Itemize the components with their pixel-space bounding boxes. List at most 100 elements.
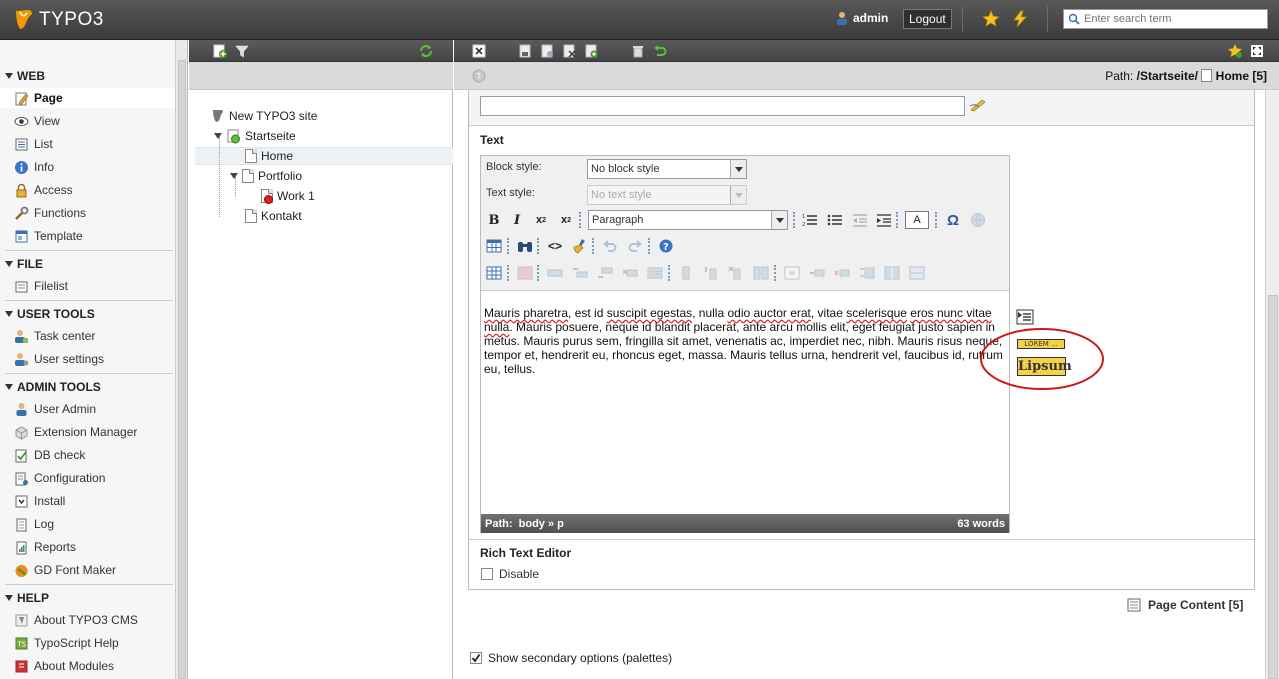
paragraph-format-select[interactable]: Paragraph [588, 210, 788, 230]
editor-content-area[interactable]: Mauris pharetra, est id suscipit egestas… [481, 290, 1009, 514]
cell-split-icon[interactable] [858, 264, 876, 282]
bookmark-star-icon[interactable] [982, 10, 1000, 28]
save-new-icon[interactable] [583, 43, 599, 59]
column-properties-icon[interactable] [677, 264, 695, 282]
module-group-file[interactable]: FILE [0, 255, 175, 273]
expand-toggle[interactable] [214, 133, 222, 139]
column-insert-before-icon[interactable] [702, 264, 720, 282]
fullscreen-icon[interactable] [1249, 43, 1265, 59]
subscript-button[interactable]: x2 [532, 211, 550, 229]
editor-help-icon[interactable]: ? [657, 237, 675, 255]
logout-button[interactable]: Logout [903, 9, 952, 29]
save-close-icon[interactable] [561, 43, 577, 59]
module-info[interactable]: Info [14, 157, 174, 177]
undo-icon[interactable] [652, 43, 668, 59]
module-install[interactable]: Install [14, 491, 174, 511]
module-list[interactable]: List [14, 134, 174, 154]
bold-button[interactable]: B [485, 211, 503, 229]
row-insert-below-icon[interactable] [596, 264, 614, 282]
search-input[interactable] [1084, 13, 1264, 25]
refresh-icon[interactable] [418, 43, 434, 59]
superscript-button[interactable]: x2 [557, 211, 575, 229]
tree-node-kontakt[interactable]: Kontakt [245, 207, 302, 225]
cell-properties-icon[interactable] [783, 264, 801, 282]
save-view-icon[interactable] [539, 43, 555, 59]
module-gd-font-maker[interactable]: GD Font Maker [14, 560, 174, 580]
row-split-icon[interactable] [646, 264, 664, 282]
secondary-options-row[interactable]: Show secondary options (palettes) [470, 651, 672, 665]
indent-icon[interactable] [875, 211, 893, 229]
delete-trash-icon[interactable] [630, 43, 646, 59]
cell-delete-icon[interactable] [833, 264, 851, 282]
text-color-button[interactable]: A [905, 211, 929, 229]
module-functions[interactable]: Functions [14, 203, 174, 223]
doc-scrollbar[interactable] [1265, 90, 1279, 679]
header-input[interactable] [480, 96, 965, 116]
module-extension-manager[interactable]: Extension Manager [14, 422, 174, 442]
module-filelist[interactable]: Filelist [14, 276, 174, 296]
table-toggle-borders-icon[interactable] [516, 264, 534, 282]
tree-node-work-1[interactable]: Work 1 [261, 187, 315, 205]
clear-cache-lightning-icon[interactable] [1011, 10, 1029, 28]
tree-root[interactable]: New TYPO3 site [211, 107, 317, 125]
help-icon[interactable]: ? [472, 69, 486, 83]
column-split-icon[interactable] [752, 264, 770, 282]
text-options-list-icon[interactable] [1016, 309, 1034, 325]
undo-arrow-icon[interactable] [601, 237, 619, 255]
row-insert-above-icon[interactable] [571, 264, 589, 282]
wizard-pencil-icon[interactable] [969, 98, 987, 112]
module-about-modules[interactable]: About Modules [14, 656, 174, 676]
module-group-user-tools[interactable]: USER TOOLS [0, 305, 175, 323]
status-element-path[interactable]: body » p [519, 518, 564, 530]
module-page[interactable]: Page [0, 88, 175, 108]
module-user-settings[interactable]: User settings [14, 349, 174, 369]
cell-insert-before-icon[interactable] [808, 264, 826, 282]
module-group-help[interactable]: HELP [0, 589, 175, 607]
block-style-select[interactable]: No block style [587, 159, 747, 179]
module-log[interactable]: Log [14, 514, 174, 534]
column-delete-icon[interactable] [727, 264, 745, 282]
module-group-web[interactable]: WEB [0, 67, 175, 85]
html-source-icon[interactable]: <> [546, 237, 564, 255]
user-menu[interactable]: admin [835, 11, 888, 25]
tree-node-startseite[interactable]: Startseite [214, 127, 296, 145]
cell-merge-icon[interactable] [883, 264, 901, 282]
close-icon[interactable] [471, 43, 487, 59]
module-user-admin[interactable]: User Admin [14, 399, 174, 419]
module-typoscript-help[interactable]: TS TypoScript Help [14, 633, 174, 653]
insert-link-globe-icon[interactable] [969, 211, 987, 229]
module-menu-scrollbar[interactable] [176, 40, 188, 679]
tree-node-portfolio[interactable]: Portfolio [230, 167, 302, 185]
module-configuration[interactable]: Configuration [14, 468, 174, 488]
redo-arrow-icon[interactable] [626, 237, 644, 255]
special-character-omega-icon[interactable]: Ω [944, 211, 962, 229]
breadcrumb-root[interactable]: /Startseite/ [1137, 69, 1198, 83]
text-style-select[interactable]: No text style [587, 185, 747, 205]
table-restyle-icon[interactable] [908, 264, 926, 282]
disable-rte-checkbox-row[interactable]: Disable [481, 567, 539, 581]
module-about-typo3[interactable]: About TYPO3 CMS [14, 610, 174, 630]
module-db-check[interactable]: DB check [14, 445, 174, 465]
clean-paste-broom-icon[interactable] [571, 237, 589, 255]
module-reports[interactable]: Reports [14, 537, 174, 557]
tree-node-home[interactable]: Home [245, 147, 293, 165]
italic-button[interactable]: I [508, 211, 526, 229]
disable-rte-checkbox[interactable] [481, 568, 493, 580]
module-group-admin-tools[interactable]: ADMIN TOOLS [0, 378, 175, 396]
add-shortcut-star-icon[interactable] [1227, 43, 1243, 59]
breadcrumb-page[interactable]: Home [5] [1216, 69, 1267, 83]
typo3-logo[interactable]: TYPO3 [14, 6, 104, 34]
module-access[interactable]: Access [14, 180, 174, 200]
unordered-list-icon[interactable] [826, 211, 844, 229]
row-properties-icon[interactable] [546, 264, 564, 282]
module-view[interactable]: View [14, 111, 174, 131]
expand-toggle[interactable] [230, 173, 238, 179]
ordered-list-icon[interactable]: 12 [801, 211, 819, 229]
insert-table-icon[interactable] [485, 237, 503, 255]
module-task-center[interactable]: Task center [14, 326, 174, 346]
secondary-options-checkbox[interactable] [470, 652, 482, 664]
search-box[interactable] [1063, 9, 1268, 29]
page-content-link[interactable]: Page Content [5] [1127, 598, 1243, 612]
filter-icon[interactable] [234, 43, 250, 59]
find-replace-binoculars-icon[interactable] [516, 237, 534, 255]
